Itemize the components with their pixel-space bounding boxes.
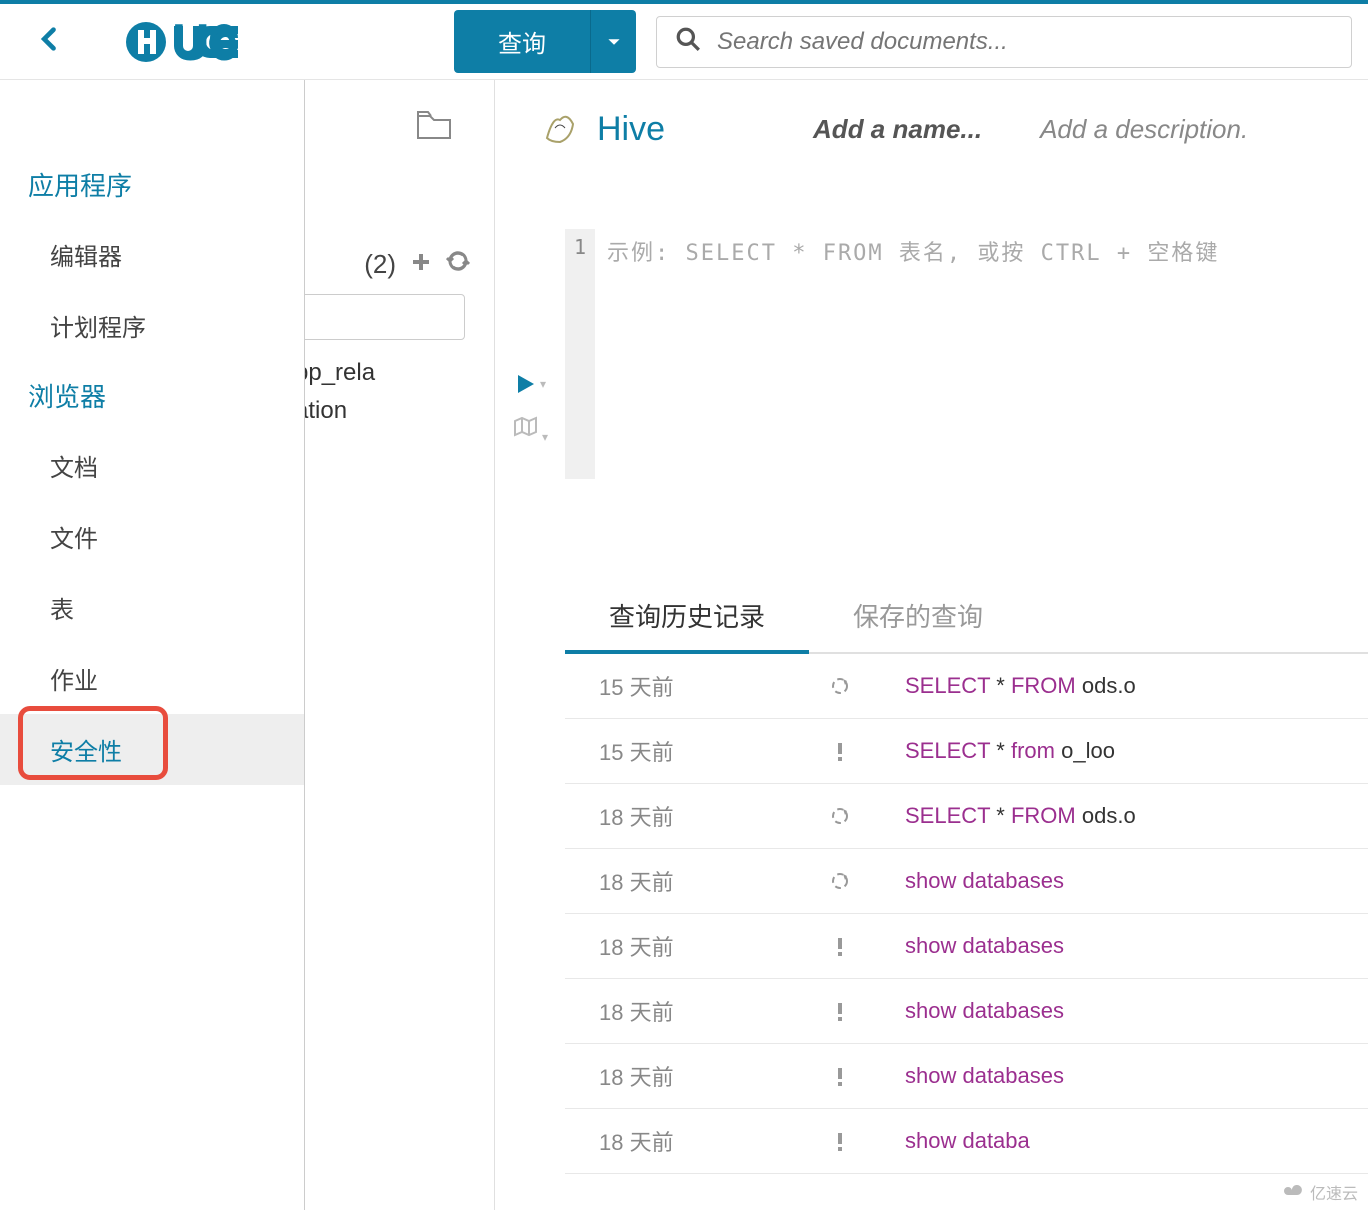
- history-time: 18 天前: [565, 930, 775, 962]
- result-tabs: 查询历史记录 保存的查询: [565, 579, 1368, 654]
- top-bar: Ue 查询: [0, 0, 1368, 80]
- history-time: 15 天前: [565, 735, 775, 767]
- history-sql: show databa: [905, 1128, 1030, 1154]
- warning-icon: [775, 740, 905, 762]
- hue-logo: Ue: [124, 14, 324, 70]
- loading-icon: [775, 675, 905, 697]
- history-sql: show databases: [905, 1063, 1064, 1089]
- loading-icon: [775, 805, 905, 827]
- search-input[interactable]: [717, 28, 1333, 56]
- search-icon: [675, 26, 717, 57]
- main-editor: Hive Add a name... Add a description. ▾ …: [495, 80, 1368, 1210]
- explain-button[interactable]: ▾: [512, 415, 548, 446]
- history-time: 18 天前: [565, 1060, 775, 1092]
- sidebar-item[interactable]: 作业: [0, 643, 304, 714]
- warning-icon: [775, 1065, 905, 1087]
- chevron-down-icon[interactable]: ▾: [542, 430, 548, 444]
- history-row[interactable]: 18 天前 show databases: [565, 849, 1368, 914]
- query-button-group: 查询: [454, 10, 636, 73]
- history-sql: show databases: [905, 998, 1064, 1024]
- query-history-list: 15 天前 SELECT * FROM ods.o 15 天前 SELECT * fr…: [565, 654, 1368, 1174]
- hive-icon: [541, 108, 579, 151]
- history-sql: show databases: [905, 933, 1064, 959]
- tab-saved-queries[interactable]: 保存的查询: [809, 579, 1027, 652]
- history-row[interactable]: 15 天前 SELECT * from o_loo: [565, 719, 1368, 784]
- query-dropdown-button[interactable]: [590, 10, 636, 73]
- back-button[interactable]: [16, 20, 84, 63]
- sidebar-item[interactable]: 编辑器: [0, 219, 304, 290]
- db-count: (2): [364, 249, 396, 280]
- folder-icon[interactable]: [305, 104, 494, 149]
- history-sql: SELECT * FROM ods.o: [905, 673, 1136, 699]
- history-time: 18 天前: [565, 1125, 775, 1157]
- code-placeholder: 示例: SELECT * FROM 表名, 或按 CTRL + 空格键: [595, 229, 1231, 479]
- sidebar-item[interactable]: 表: [0, 572, 304, 643]
- history-sql: show databases: [905, 868, 1064, 894]
- history-time: 18 天前: [565, 995, 775, 1027]
- history-sql: SELECT * from o_loo: [905, 738, 1115, 764]
- history-time: 18 天前: [565, 800, 775, 832]
- db-item-partial-2[interactable]: ation: [305, 392, 494, 430]
- line-gutter: 1: [565, 229, 595, 479]
- sidebar-section-title: 应用程序: [0, 150, 304, 219]
- chevron-down-icon[interactable]: ▾: [540, 377, 546, 391]
- sidebar-item[interactable]: 计划程序: [0, 290, 304, 361]
- sidebar-item[interactable]: 文档: [0, 430, 304, 501]
- warning-icon: [775, 1000, 905, 1022]
- watermark: 亿速云: [1282, 1180, 1358, 1204]
- execute-button[interactable]: ▾: [514, 373, 546, 395]
- warning-icon: [775, 1130, 905, 1152]
- description-input[interactable]: Add a description.: [1040, 114, 1248, 145]
- sidebar-item[interactable]: 文件: [0, 501, 304, 572]
- query-button[interactable]: 查询: [454, 10, 590, 73]
- sidebar-item[interactable]: 安全性: [0, 714, 304, 785]
- history-time: 18 天前: [565, 865, 775, 897]
- history-time: 15 天前: [565, 670, 775, 702]
- refresh-icon[interactable]: [446, 249, 470, 280]
- history-row[interactable]: 18 天前 show databases: [565, 979, 1368, 1044]
- filter-input[interactable]: [305, 294, 465, 340]
- warning-icon: [775, 935, 905, 957]
- sidebar-section-title: 浏览器: [0, 361, 304, 430]
- history-row[interactable]: 18 天前 SELECT * FROM ods.o: [565, 784, 1368, 849]
- loading-icon: [775, 870, 905, 892]
- history-row[interactable]: 18 天前 show databases: [565, 1044, 1368, 1109]
- svg-text:Ue: Ue: [172, 14, 238, 70]
- assist-panel: (2) pp_rela ation: [305, 80, 495, 1210]
- sidebar: 应用程序编辑器计划程序浏览器文档文件表作业安全性: [0, 80, 305, 1210]
- code-editor[interactable]: 1 示例: SELECT * FROM 表名, 或按 CTRL + 空格键: [565, 229, 1368, 479]
- add-icon[interactable]: [410, 249, 432, 280]
- editor-type-label: Hive: [597, 110, 665, 149]
- history-row[interactable]: 18 天前 show databases: [565, 914, 1368, 979]
- history-sql: SELECT * FROM ods.o: [905, 803, 1136, 829]
- db-item-partial[interactable]: pp_rela: [305, 354, 494, 392]
- history-row[interactable]: 18 天前 show databa: [565, 1109, 1368, 1174]
- history-row[interactable]: 15 天前 SELECT * FROM ods.o: [565, 654, 1368, 719]
- name-input[interactable]: Add a name...: [813, 114, 982, 145]
- search-box[interactable]: [656, 16, 1352, 68]
- tab-query-history[interactable]: 查询历史记录: [565, 579, 809, 652]
